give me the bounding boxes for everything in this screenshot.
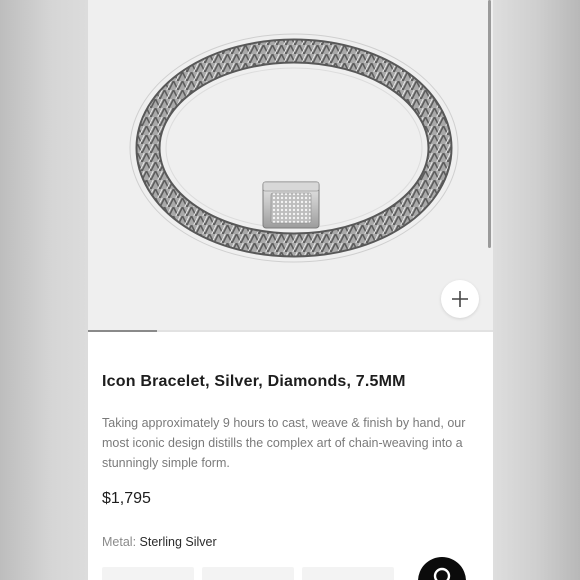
chat-button[interactable] — [418, 557, 466, 580]
product-description: Taking approximately 9 hours to cast, we… — [102, 416, 466, 470]
zoom-button[interactable] — [441, 280, 479, 318]
background-right — [493, 0, 580, 580]
metal-label: Metal — [102, 535, 133, 549]
metal-separator: : — [132, 535, 140, 549]
metal-row: Metal: Sterling Silver — [102, 535, 217, 549]
gallery-progress-track — [88, 330, 493, 332]
metal-value: Sterling Silver — [139, 535, 217, 549]
option-chip[interactable] — [102, 567, 194, 580]
product-price: $1,795 — [102, 490, 151, 507]
option-chip[interactable] — [302, 567, 394, 580]
product-image-gallery[interactable] — [88, 0, 493, 332]
plus-icon — [452, 291, 468, 307]
gallery-progress-indicator — [88, 330, 157, 332]
scrollbar[interactable] — [488, 0, 491, 248]
product-page: Icon Bracelet, Silver, Diamonds, 7.5MM T… — [88, 0, 493, 580]
background-left — [0, 0, 88, 580]
chat-bubble-icon — [433, 567, 451, 580]
product-image — [129, 33, 459, 263]
product-title: Icon Bracelet, Silver, Diamonds, 7.5MM — [102, 373, 406, 390]
option-chip[interactable] — [202, 567, 294, 580]
